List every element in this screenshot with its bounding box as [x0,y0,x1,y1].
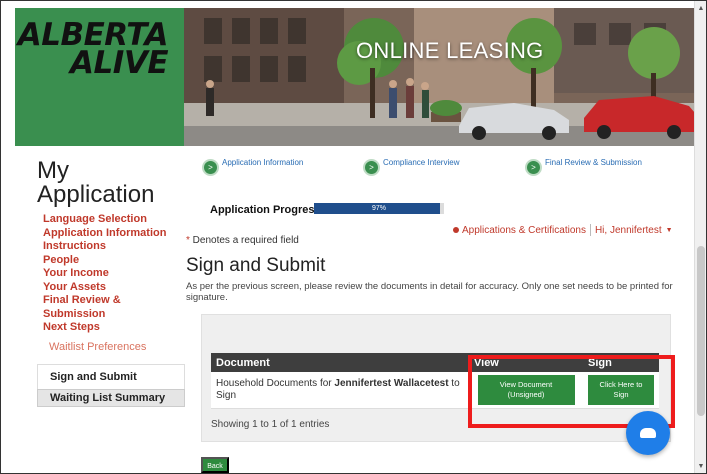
chevron-right-icon: > [202,159,219,176]
sidebar-title-line1: My [37,157,69,184]
page-title: Sign and Submit [186,255,326,276]
progress-label: Application Progress [210,204,321,216]
header-banner: ONLINE LEASING [184,8,695,146]
sidebar-title: My Application [37,159,154,207]
sidebar-title-line2: Application [37,181,155,208]
step-label: Application Information [222,158,304,167]
document-prefix: Household Documents for [216,377,335,389]
sidebar-nav: Language Selection Application Informati… [37,213,185,407]
vertical-scrollbar[interactable]: ▲ ▼ [694,1,706,473]
caret-down-icon[interactable]: ▼ [666,227,673,234]
browser-viewport: ALBERTA ALIVE ONLINE LEASING ▲ ▼ My Appl… [0,0,707,474]
sidebar-item-waitlist-preferences[interactable]: Waitlist Preferences [37,335,185,360]
sidebar-item-sign-and-submit[interactable]: Sign and Submit [37,363,185,389]
link-divider [589,224,591,236]
notification-dot-icon [453,227,459,233]
banner-title: ONLINE LEASING [356,38,544,63]
alberta-alive-logo[interactable]: ALBERTA ALIVE [15,8,184,146]
step-label: Final Review & Submission [545,158,642,167]
document-name: Jennifertest Wallacetest [334,377,449,389]
sidebar-item-final-review[interactable]: Final Review & Submission [37,294,185,321]
sidebar-item-your-assets[interactable]: Your Assets [37,281,185,295]
logo-text-line2: ALIVE [70,45,168,81]
table-entries-info: Showing 1 to 1 of 1 entries [211,419,330,430]
sidebar-item-people[interactable]: People [37,254,185,268]
column-header-document[interactable]: Document [211,353,469,372]
sidebar-item-instructions[interactable]: Instructions [37,240,185,254]
scroll-up-arrow-icon[interactable]: ▲ [695,3,706,15]
step-final-review[interactable]: > Final Review & Submission [525,158,642,176]
back-button[interactable]: Back [201,457,229,473]
scrollbar-thumb[interactable] [697,246,705,416]
applications-certifications-link[interactable]: Applications & Certifications [462,225,586,236]
scroll-down-arrow-icon[interactable]: ▼ [695,461,706,473]
chevron-right-icon: > [525,159,542,176]
sidebar-item-application-information[interactable]: Application Information [37,227,185,241]
step-compliance-interview[interactable]: > Compliance Interview [363,158,459,176]
street-scene-illustration [184,8,695,146]
user-menu[interactable]: Hi, Jennifertest [595,225,662,236]
sidebar-item-language-selection[interactable]: Language Selection [37,213,185,227]
step-label: Compliance Interview [383,158,460,167]
sidebar-item-next-steps[interactable]: Next Steps [37,321,185,335]
sidebar-item-your-income[interactable]: Your Income [37,267,185,281]
progress-bar: 97% [314,203,444,214]
page-description: As per the previous screen, please revie… [186,281,673,303]
document-cell: Household Documents for Jennifertest Wal… [211,372,469,409]
chat-bubble-icon [640,428,656,438]
account-links: Applications & Certifications Hi, Jennif… [453,224,673,236]
required-field-note: * Denotes a required field [186,235,299,246]
step-application-information[interactable]: > Application Information [202,158,303,176]
required-note-text: Denotes a required field [189,235,299,246]
sidebar-item-waiting-list-summary[interactable]: Waiting List Summary [37,388,185,407]
chevron-right-icon: > [363,159,380,176]
progress-percent: 97% [371,205,386,212]
chat-button[interactable] [626,411,670,455]
